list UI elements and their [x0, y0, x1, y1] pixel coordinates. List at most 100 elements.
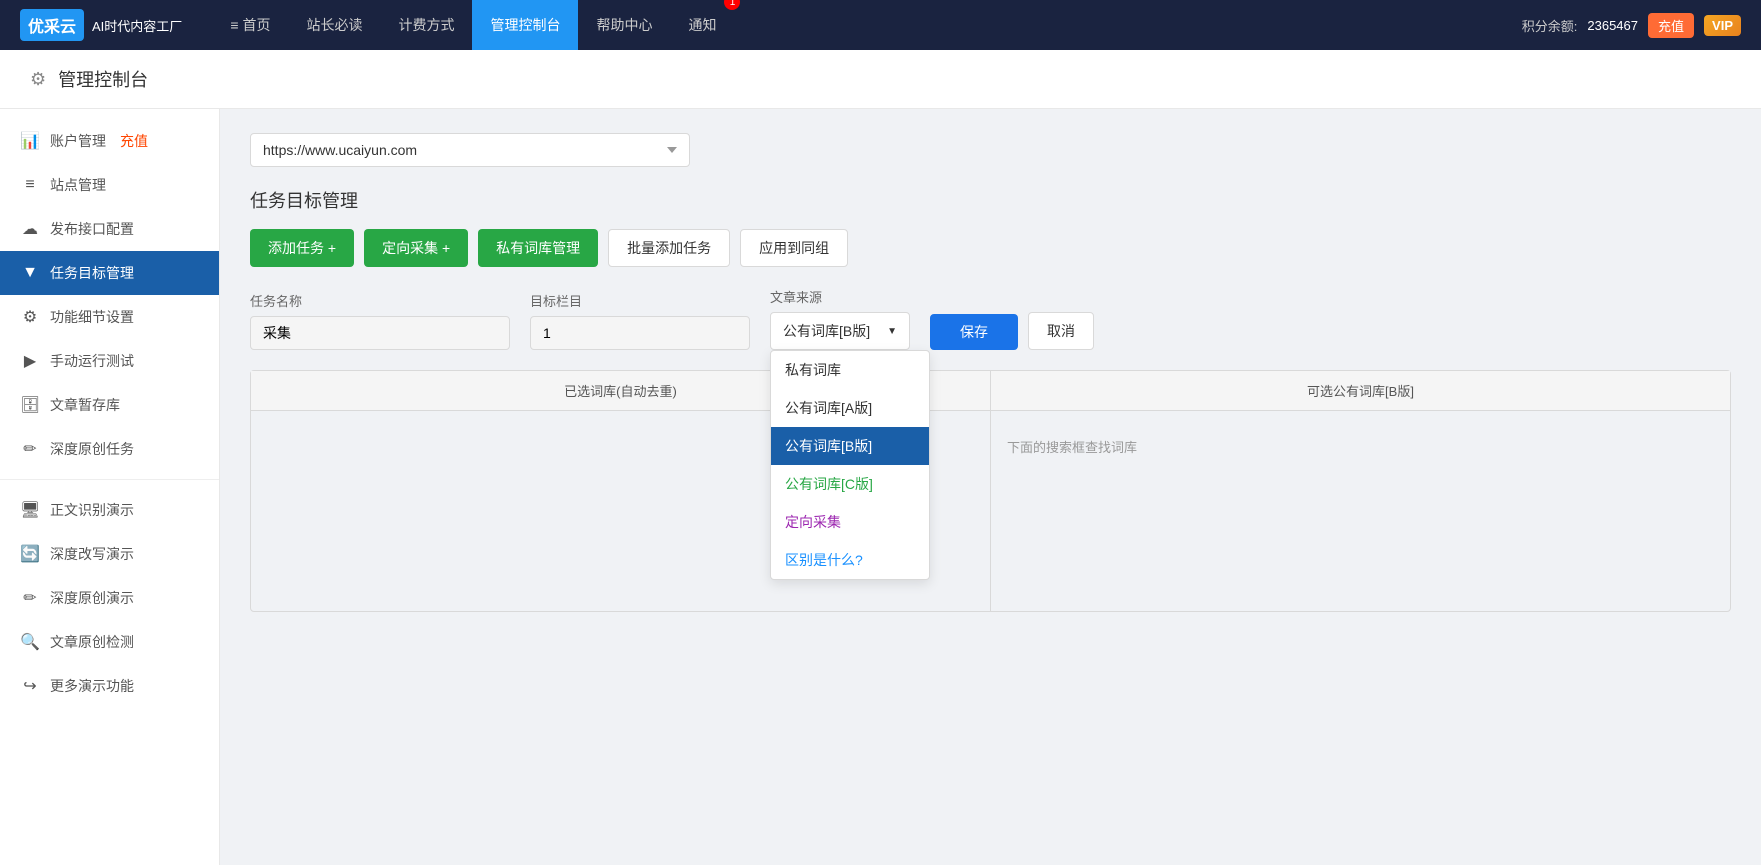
sidebar-item-account[interactable]: 📊 账户管理 充值	[0, 119, 219, 163]
sidebar-item-draft[interactable]: 🗄 文章暂存库	[0, 383, 219, 427]
points-label: 积分余额:	[1522, 16, 1578, 35]
sidebar-item-manual[interactable]: ▶ 手动运行测试	[0, 339, 219, 383]
logo: 优采云 AI时代内容工厂	[20, 9, 182, 41]
batch-add-button[interactable]: 批量添加任务	[608, 229, 730, 267]
section-title: 任务目标管理	[250, 187, 1731, 213]
sidebar-recharge-link[interactable]: 充值	[120, 131, 148, 151]
sidebar-item-more[interactable]: ↪ 更多演示功能	[0, 664, 219, 708]
sidebar-label-settings: 功能细节设置	[50, 307, 134, 327]
chevron-down-icon: ▼	[887, 326, 897, 337]
sidebar-item-original-demo[interactable]: ✏ 深度原创演示	[0, 576, 219, 620]
site-select[interactable]: https://www.ucaiyun.com	[250, 133, 690, 167]
panel-right-header: 可选公有词库[B版]	[991, 371, 1730, 411]
cloud-icon: ☁	[20, 219, 40, 239]
content-area: 📊 账户管理 充值 ≡ 站点管理 ☁ 发布接口配置 ▼ 任务目标管理 ⚙ 功能细…	[0, 109, 1761, 865]
form-actions: 保存 取消	[930, 312, 1094, 350]
sidebar-item-settings[interactable]: ⚙ 功能细节设置	[0, 295, 219, 339]
sidebar-label-original: 深度原创任务	[50, 439, 134, 459]
dropdown-item-pubA[interactable]: 公有词库[A版]	[771, 389, 929, 427]
filter-icon: ▼	[20, 264, 40, 282]
dropdown-label-directed: 定向采集	[785, 514, 841, 530]
target-column-input[interactable]	[530, 316, 750, 350]
nav-item-pricing[interactable]: 计费方式	[380, 0, 472, 50]
menu-icon: ≡	[230, 17, 238, 33]
dropdown-label-private: 私有词库	[785, 362, 841, 378]
dropdown-item-pubB[interactable]: 公有词库[B版]	[771, 427, 929, 465]
nav-item-help[interactable]: 帮助中心	[578, 0, 670, 50]
dropdown-item-private[interactable]: 私有词库	[771, 351, 929, 389]
cancel-button[interactable]: 取消	[1028, 312, 1094, 350]
nav-label-webmaster: 站长必读	[306, 15, 362, 35]
dropdown-label-pubA: 公有词库[A版]	[785, 400, 872, 416]
share-icon: ↪	[20, 676, 40, 696]
logo-text: 优采云	[28, 19, 76, 36]
site-selector: https://www.ucaiyun.com	[250, 133, 1731, 167]
dropdown-item-diff[interactable]: 区别是什么?	[771, 541, 929, 579]
form-row: 任务名称 目标栏目 文章来源 公有词库[B版] ▼ 私有词库	[250, 287, 1731, 350]
panels-row: 已选词库(自动去重) 可选公有词库[B版] 下面的搜索框查找词库	[250, 370, 1731, 612]
article-source-group: 文章来源 公有词库[B版] ▼ 私有词库 公有词库[A版]	[770, 287, 910, 350]
panel-right: 可选公有词库[B版] 下面的搜索框查找词库	[991, 371, 1730, 611]
nav-item-notify[interactable]: 通知 1	[670, 0, 734, 50]
sidebar-item-site[interactable]: ≡ 站点管理	[0, 163, 219, 207]
sidebar-item-publish[interactable]: ☁ 发布接口配置	[0, 207, 219, 251]
action-bar: 添加任务 + 定向采集 + 私有词库管理 批量添加任务 应用到同组	[250, 229, 1731, 267]
chart-icon: 📊	[20, 131, 40, 151]
main-content: https://www.ucaiyun.com 任务目标管理 添加任务 + 定向…	[220, 109, 1761, 865]
sidebar-label-manual: 手动运行测试	[50, 351, 134, 371]
sidebar-label-draft: 文章暂存库	[50, 395, 120, 415]
sidebar-label-original-demo: 深度原创演示	[50, 588, 134, 608]
pencil-icon: ✏	[20, 588, 40, 608]
sidebar-item-check[interactable]: 🔍 文章原创检测	[0, 620, 219, 664]
sidebar-item-original[interactable]: ✏ 深度原创任务	[0, 427, 219, 471]
directed-collect-button[interactable]: 定向采集 +	[364, 229, 468, 267]
nav-item-home[interactable]: ≡ 首页	[212, 0, 288, 50]
sidebar-divider	[0, 479, 219, 480]
article-source-label: 文章来源	[770, 287, 910, 306]
topnav-right: 积分余额: 2365467 充值 VIP	[1522, 13, 1741, 38]
notification-badge: 1	[724, 0, 740, 10]
dropdown-label-diff: 区别是什么?	[785, 552, 863, 568]
task-name-group: 任务名称	[250, 291, 510, 350]
sidebar-label-check: 文章原创检测	[50, 632, 134, 652]
save-button[interactable]: 保存	[930, 314, 1018, 350]
sidebar-label-site: 站点管理	[50, 175, 106, 195]
task-name-input[interactable]	[250, 316, 510, 350]
target-column-label: 目标栏目	[530, 291, 750, 310]
refresh-icon: 🔄	[20, 544, 40, 564]
gear-icon: ⚙	[30, 69, 46, 90]
source-select-button[interactable]: 公有词库[B版] ▼	[770, 312, 910, 350]
source-dropdown-menu: 私有词库 公有词库[A版] 公有词库[B版] 公有词库[C版] 定向采集	[770, 350, 930, 580]
add-task-button[interactable]: 添加任务 +	[250, 229, 354, 267]
sidebar-label-rewrite: 深度改写演示	[50, 544, 134, 564]
sidebar-item-ocr[interactable]: 🖥 正文识别演示	[0, 488, 219, 532]
logo-subtitle: AI时代内容工厂	[92, 16, 182, 35]
target-column-group: 目标栏目	[530, 291, 750, 350]
source-select-value: 公有词库[B版]	[783, 321, 870, 341]
nav-label-pricing: 计费方式	[398, 15, 454, 35]
page-title: 管理控制台	[58, 66, 148, 92]
dropdown-label-pubB: 公有词库[B版]	[785, 438, 872, 454]
dropdown-label-pubC: 公有词库[C版]	[785, 476, 873, 492]
sidebar-item-rewrite[interactable]: 🔄 深度改写演示	[0, 532, 219, 576]
dropdown-item-pubC[interactable]: 公有词库[C版]	[771, 465, 929, 503]
recharge-button[interactable]: 充值	[1648, 13, 1694, 38]
vip-badge: VIP	[1704, 15, 1741, 36]
task-name-label: 任务名称	[250, 291, 510, 310]
nav-item-dashboard[interactable]: 管理控制台	[472, 0, 578, 50]
sidebar: 📊 账户管理 充值 ≡ 站点管理 ☁ 发布接口配置 ▼ 任务目标管理 ⚙ 功能细…	[0, 109, 220, 865]
nav-item-webmaster[interactable]: 站长必读	[288, 0, 380, 50]
private-library-button[interactable]: 私有词库管理	[478, 229, 598, 267]
dropdown-item-directed[interactable]: 定向采集	[771, 503, 929, 541]
database-icon: 🗄	[20, 395, 40, 415]
sidebar-label-account: 账户管理	[50, 131, 106, 151]
panel-right-body: 下面的搜索框查找词库	[991, 411, 1730, 611]
apply-group-button[interactable]: 应用到同组	[740, 229, 848, 267]
points-value: 2365467	[1587, 18, 1638, 33]
sidebar-item-task[interactable]: ▼ 任务目标管理	[0, 251, 219, 295]
sidebar-label-task: 任务目标管理	[50, 263, 134, 283]
panel-right-hint: 下面的搜索框查找词库	[1007, 437, 1714, 456]
nav-label-help: 帮助中心	[596, 15, 652, 35]
nav-label-home: 首页	[242, 15, 270, 35]
edit-icon: ✏	[20, 439, 40, 459]
